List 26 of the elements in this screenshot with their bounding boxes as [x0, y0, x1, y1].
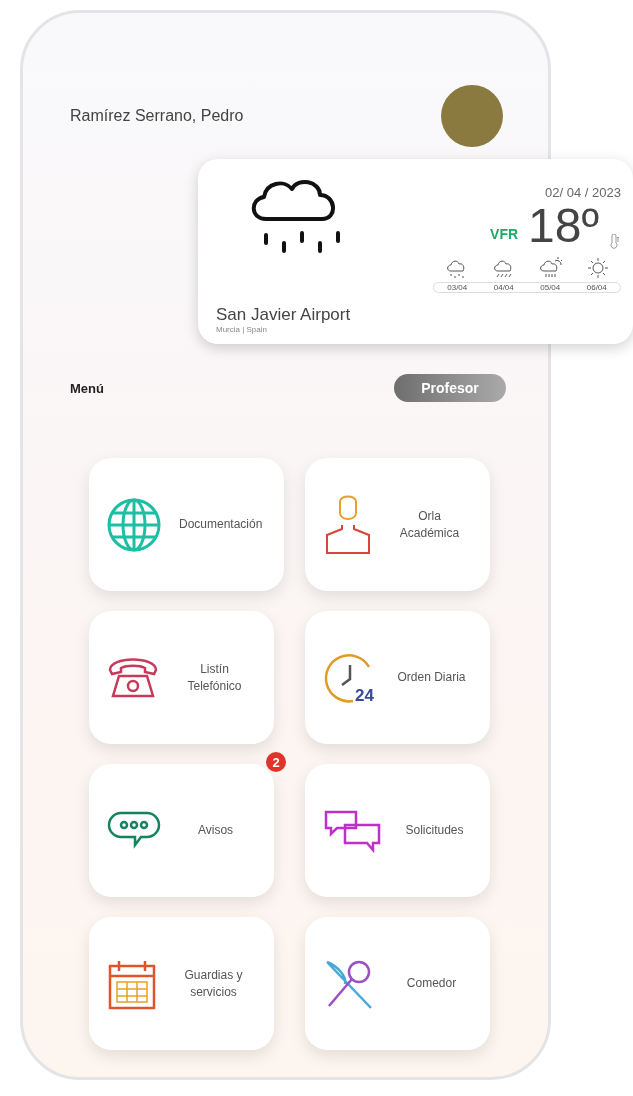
weather-date: 02/ 04 / 2023 — [545, 185, 621, 200]
forecast-day: 04/04 — [493, 283, 514, 292]
notification-badge: 2 — [266, 752, 286, 772]
location-region: Murcia | Spain — [216, 325, 268, 334]
menu-tile[interactable]: Avisos — [89, 764, 274, 897]
person-icon — [323, 494, 373, 555]
menu-tile[interactable]: Orla Académica — [305, 458, 490, 591]
menu-tile[interactable]: Guardias y servicios — [89, 917, 274, 1050]
menu-tile[interactable]: Comedor — [305, 917, 490, 1050]
menu-tile[interactable]: 24 Orden Diaria — [305, 611, 490, 744]
globe-icon — [107, 497, 161, 552]
telephone-icon — [107, 655, 159, 700]
menu-tile[interactable]: Documentación — [89, 458, 285, 591]
thermometer-icon — [609, 234, 621, 250]
temperature: 18º — [528, 202, 599, 250]
user-name: Ramírez Serrano, Pedro — [70, 107, 244, 125]
forecast-day: 06/04 — [586, 283, 607, 292]
menu-title: Menú — [70, 380, 104, 396]
flight-rule: VFR — [490, 226, 519, 242]
sun-cloud-rain-icon — [538, 256, 565, 280]
menu-tile[interactable]: Listín Telefónico — [89, 611, 274, 744]
chat-bubbles-icon — [323, 808, 383, 853]
forecast-day: 05/04 — [540, 283, 561, 292]
location-name: San Javier Airport — [216, 305, 352, 325]
forecast-day: 03/04 — [447, 283, 468, 292]
menu-tile[interactable]: Solicitudes — [305, 764, 490, 897]
